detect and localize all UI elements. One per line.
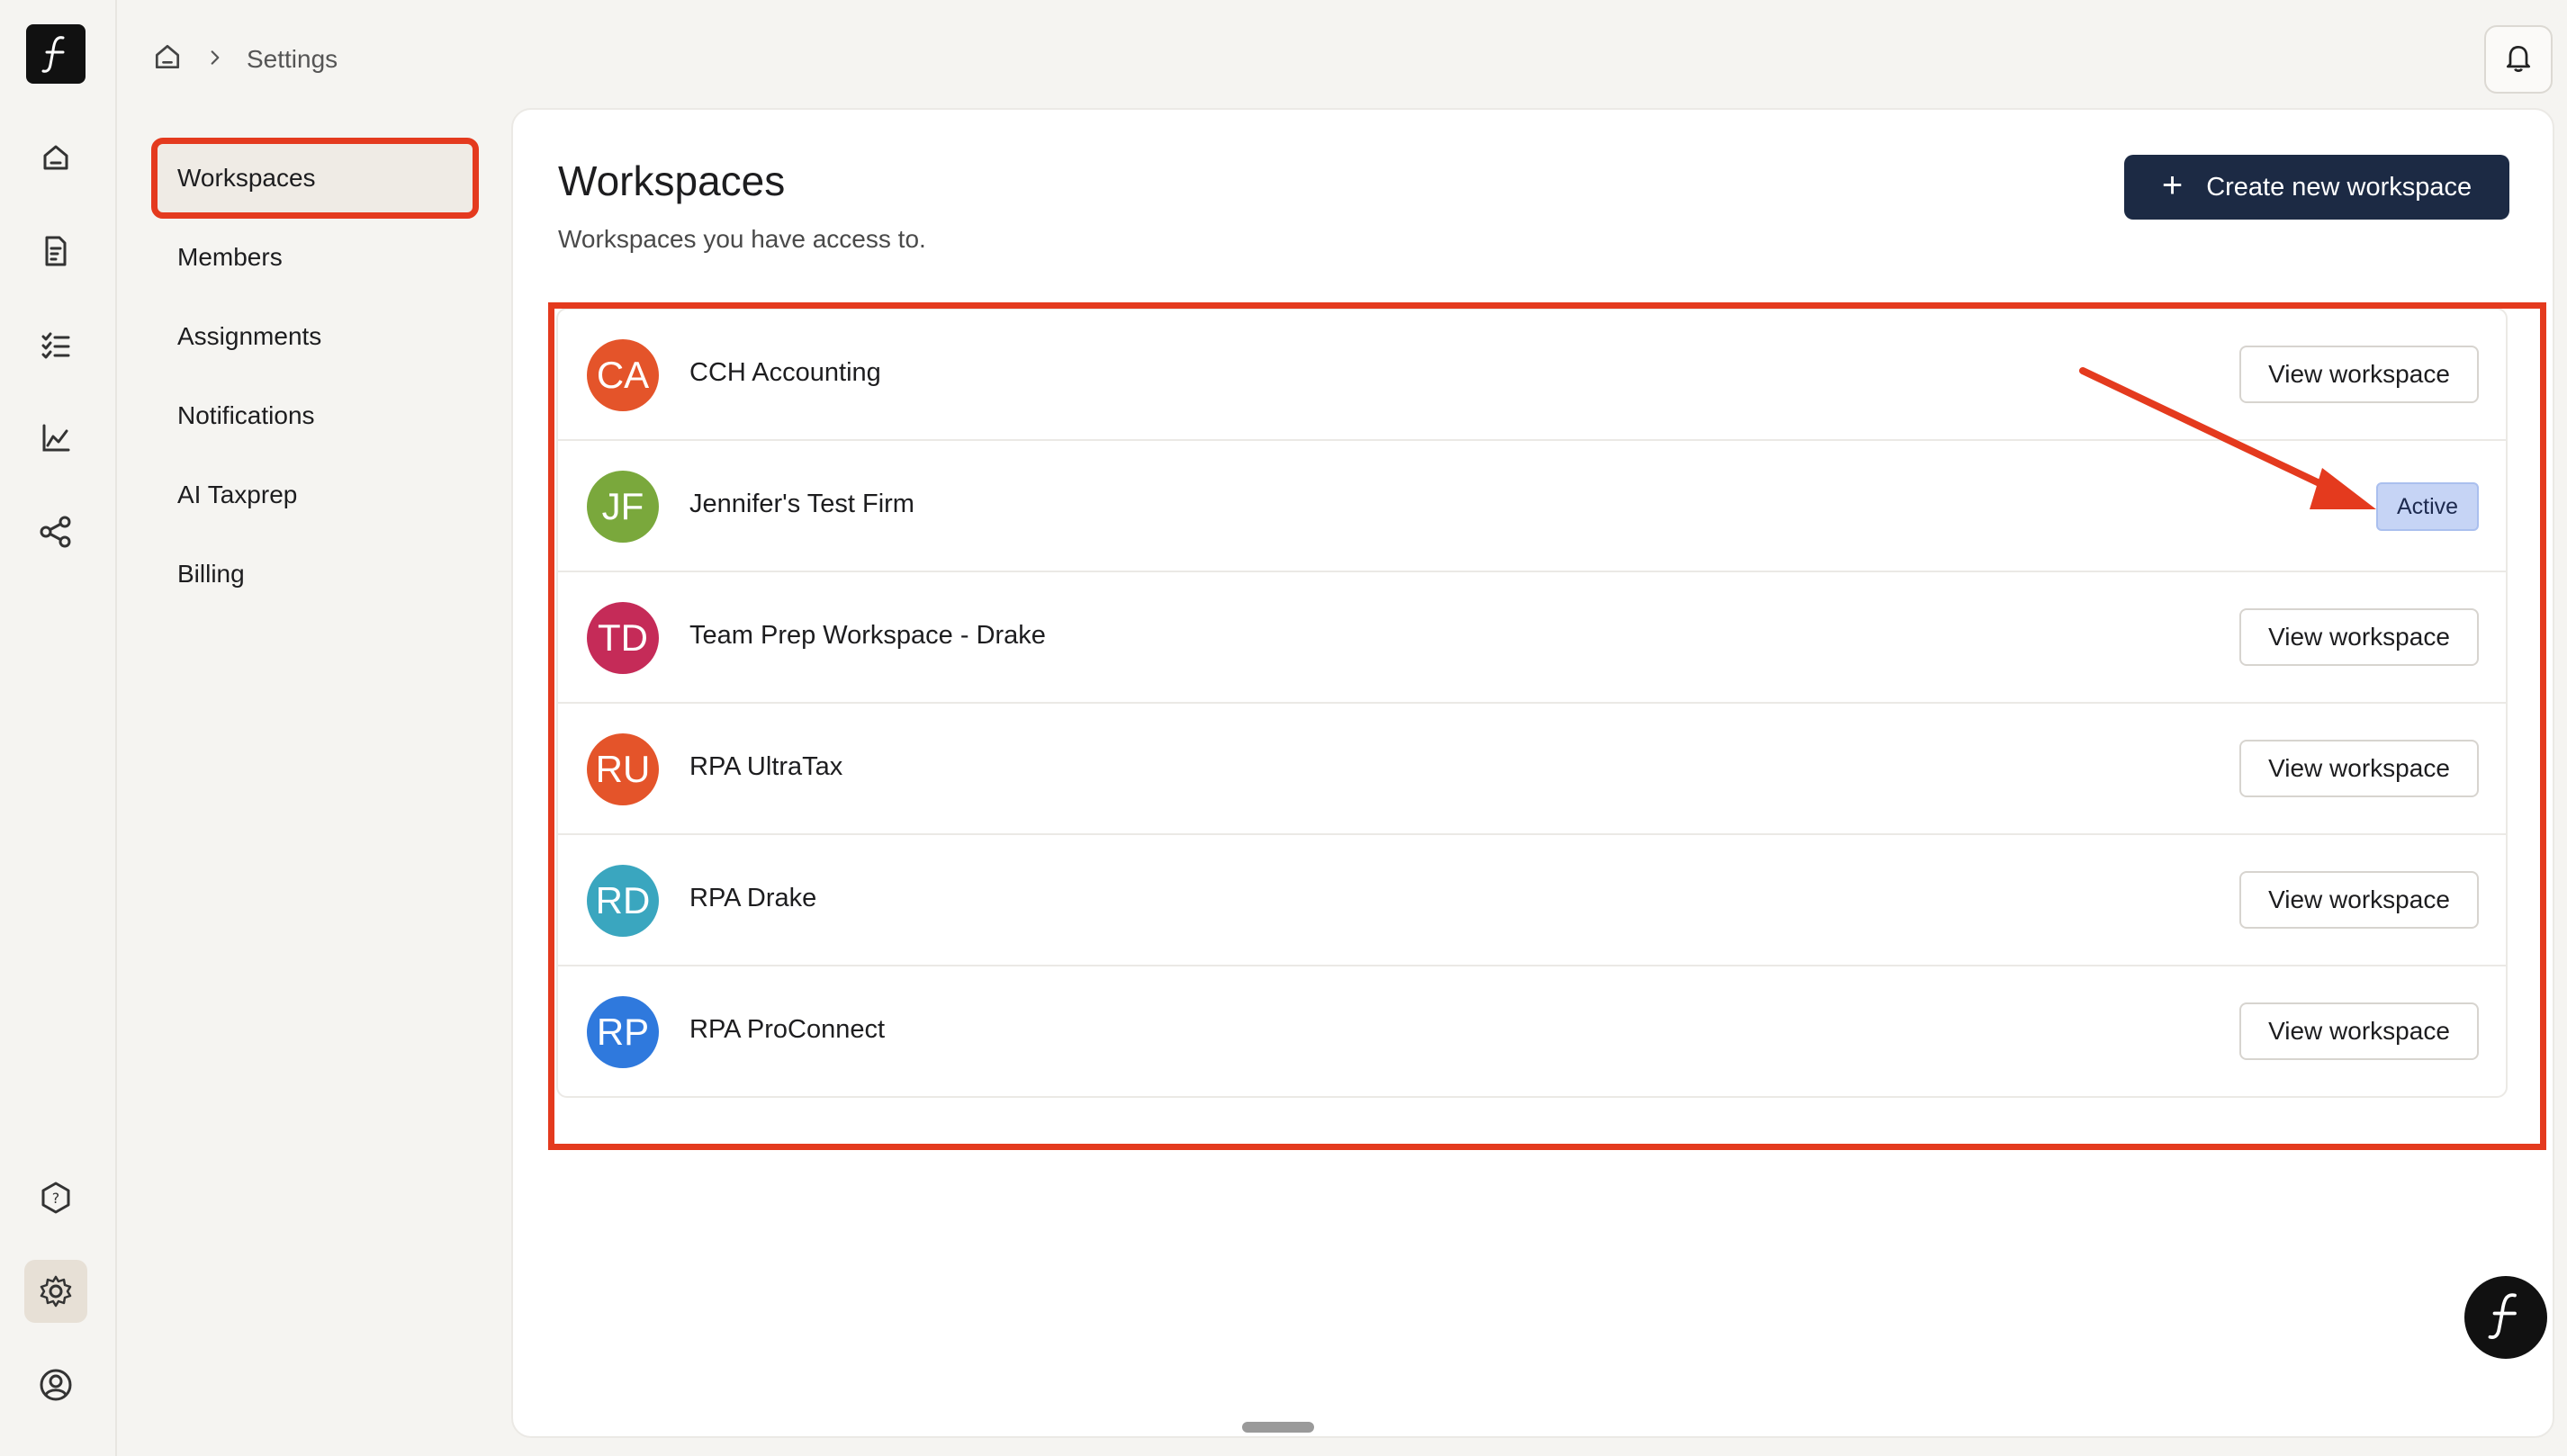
- user-circle-icon[interactable]: [24, 1353, 87, 1416]
- settings-nav-workspaces[interactable]: Workspaces: [151, 138, 479, 219]
- gear-icon[interactable]: [24, 1260, 87, 1323]
- notifications-button[interactable]: [2484, 25, 2553, 94]
- page-subtitle: Workspaces you have access to.: [558, 225, 926, 253]
- chevron-right-icon: [205, 45, 225, 74]
- plus-icon: +: [2161, 166, 2184, 205]
- create-workspace-button[interactable]: + Create new workspace: [2124, 155, 2509, 220]
- settings-nav-billing[interactable]: Billing: [158, 540, 473, 608]
- checklist-icon[interactable]: [24, 313, 87, 376]
- breadcrumb-current: Settings: [247, 45, 338, 73]
- icon-rail: ?: [0, 0, 117, 1456]
- create-workspace-label: Create new workspace: [2206, 172, 2472, 202]
- settings-nav: Workspaces Members Assignments Notificat…: [151, 138, 479, 619]
- bell-icon: [2502, 41, 2535, 78]
- home-icon[interactable]: [151, 40, 184, 79]
- settings-nav-label: Notifications: [177, 401, 315, 429]
- document-icon[interactable]: [24, 220, 87, 283]
- app-window: ? Settings Workspaces Members Assignment…: [0, 0, 2567, 1456]
- assistant-button[interactable]: [2464, 1276, 2547, 1359]
- share-icon[interactable]: [24, 500, 87, 563]
- annotation-highlight-box: [548, 302, 2546, 1150]
- settings-nav-label: Members: [177, 243, 283, 271]
- svg-text:?: ?: [52, 1190, 60, 1207]
- settings-nav-label: Workspaces: [177, 164, 316, 192]
- resize-handle[interactable]: [1242, 1422, 1314, 1433]
- breadcrumb: Settings: [151, 40, 338, 79]
- settings-nav-assignments[interactable]: Assignments: [158, 302, 473, 371]
- settings-nav-members[interactable]: Members: [158, 223, 473, 292]
- home-icon[interactable]: [24, 126, 87, 189]
- settings-nav-label: Assignments: [177, 322, 322, 350]
- settings-nav-notifications[interactable]: Notifications: [158, 382, 473, 450]
- settings-nav-ai-taxprep[interactable]: AI Taxprep: [158, 461, 473, 529]
- top-bar: Settings: [117, 0, 2567, 117]
- logo-icon[interactable]: [26, 24, 86, 84]
- help-icon[interactable]: ?: [24, 1166, 87, 1229]
- chart-icon[interactable]: [24, 407, 87, 470]
- page-title: Workspaces: [558, 157, 786, 204]
- settings-nav-label: AI Taxprep: [177, 481, 298, 508]
- logo-icon: [2481, 1289, 2531, 1347]
- settings-nav-label: Billing: [177, 560, 245, 588]
